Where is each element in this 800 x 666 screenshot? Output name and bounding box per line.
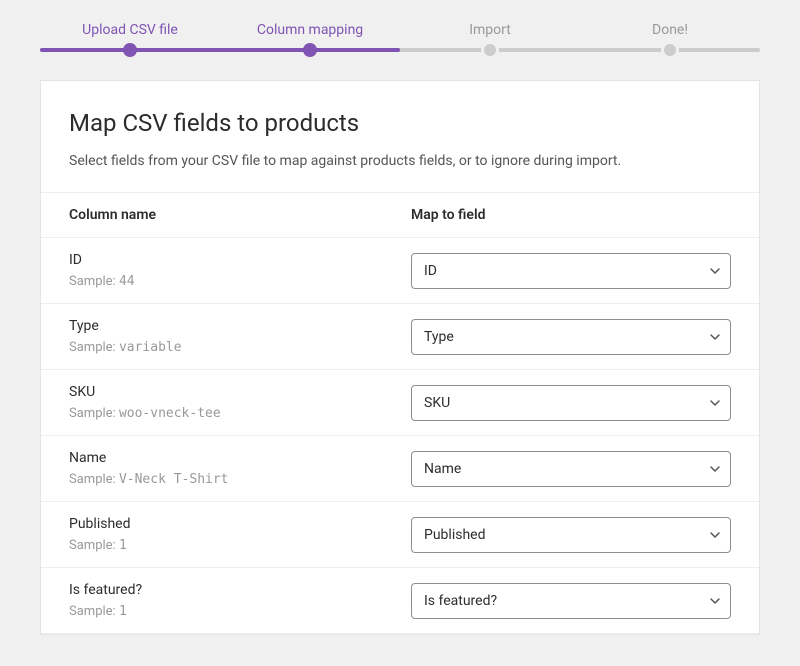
page-description: Select fields from your CSV file to map … xyxy=(69,151,731,172)
column-label: Type xyxy=(69,318,411,334)
column-label: SKU xyxy=(69,384,411,400)
column-sample: Sample: V-Neck T-Shirt xyxy=(69,472,411,487)
column-label: Name xyxy=(69,450,411,466)
map-field-select[interactable]: Type xyxy=(411,319,731,355)
table-header-map-to-field: Map to field xyxy=(411,207,731,223)
import-progress-bar: Upload CSV file Column mapping Import Do… xyxy=(0,0,800,80)
map-field-select[interactable]: Name xyxy=(411,451,731,487)
table-header-column-name: Column name xyxy=(69,207,411,223)
progress-step-done: Done! xyxy=(580,22,760,38)
progress-fill xyxy=(40,48,400,52)
mapping-card: Map CSV fields to products Select fields… xyxy=(40,80,760,635)
column-sample: Sample: woo-vneck-tee xyxy=(69,406,411,421)
table-row: ID Sample: 44 ID xyxy=(41,238,759,304)
progress-dot-upload xyxy=(123,43,137,57)
column-sample: Sample: 44 xyxy=(69,274,411,289)
column-sample: Sample: variable xyxy=(69,340,411,355)
map-field-select[interactable]: Published xyxy=(411,517,731,553)
map-field-select[interactable]: Is featured? xyxy=(411,583,731,619)
column-label: Is featured? xyxy=(69,582,411,598)
progress-track xyxy=(40,48,760,52)
column-label: Published xyxy=(69,516,411,532)
table-header: Column name Map to field xyxy=(41,192,759,238)
progress-step-upload[interactable]: Upload CSV file xyxy=(40,22,220,38)
column-label: ID xyxy=(69,252,411,268)
progress-dot-mapping xyxy=(303,43,317,57)
progress-dot-import xyxy=(481,41,499,59)
table-row: Is featured? Sample: 1 Is featured? xyxy=(41,568,759,634)
progress-step-mapping[interactable]: Column mapping xyxy=(220,22,400,38)
progress-step-import: Import xyxy=(400,22,580,38)
table-row: Name Sample: V-Neck T-Shirt Name xyxy=(41,436,759,502)
table-row: Type Sample: variable Type xyxy=(41,304,759,370)
column-sample: Sample: 1 xyxy=(69,538,411,553)
map-field-select[interactable]: ID xyxy=(411,253,731,289)
page-title: Map CSV fields to products xyxy=(69,109,731,137)
column-sample: Sample: 1 xyxy=(69,604,411,619)
table-row: Published Sample: 1 Published xyxy=(41,502,759,568)
card-header: Map CSV fields to products Select fields… xyxy=(41,81,759,192)
progress-steps: Upload CSV file Column mapping Import Do… xyxy=(40,22,760,38)
map-field-select[interactable]: SKU xyxy=(411,385,731,421)
progress-dot-done xyxy=(661,41,679,59)
table-row: SKU Sample: woo-vneck-tee SKU xyxy=(41,370,759,436)
